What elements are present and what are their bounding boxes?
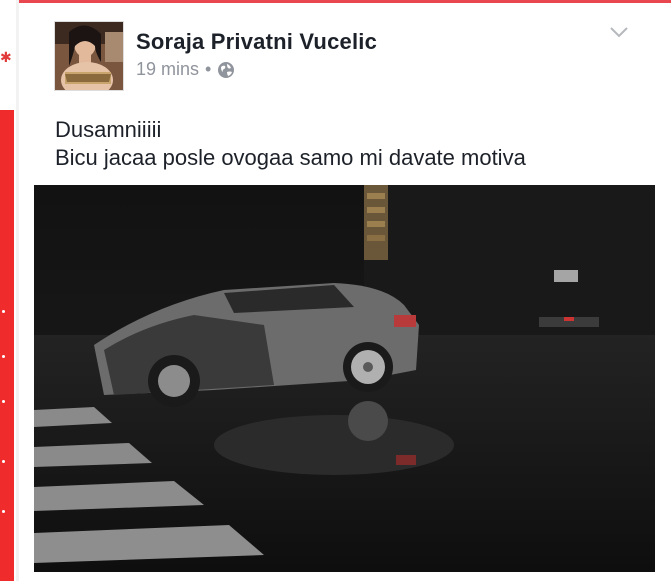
post-text-line: Bicu jacaa posle ovogaa samo mi davate m… — [55, 145, 526, 170]
post-text-line: Dusamniiiii — [55, 117, 162, 142]
avatar-photo — [55, 22, 123, 90]
sidebar-dot — [2, 460, 5, 463]
post-meta: 19 mins • — [136, 59, 235, 80]
post-photo[interactable] — [34, 185, 655, 572]
post-timestamp[interactable]: 19 mins — [136, 59, 199, 80]
post-text: Dusamniiiii Bicu jacaa posle ovogaa samo… — [55, 116, 526, 172]
sidebar-dot — [2, 310, 5, 313]
sidebar-dot — [2, 510, 5, 513]
avatar[interactable] — [54, 21, 124, 91]
left-sidebar-strip: ✱ — [0, 0, 16, 581]
sidebar-dot — [2, 355, 5, 358]
meta-separator: • — [205, 59, 212, 79]
post-card: Soraja Privatni Vucelic 19 mins • Dusamn… — [19, 3, 671, 581]
globe-icon[interactable] — [217, 61, 235, 79]
sidebar-dot — [2, 400, 5, 403]
star-icon: ✱ — [0, 49, 12, 65]
chevron-down-icon[interactable] — [609, 25, 629, 39]
author-name[interactable]: Soraja Privatni Vucelic — [136, 29, 377, 55]
